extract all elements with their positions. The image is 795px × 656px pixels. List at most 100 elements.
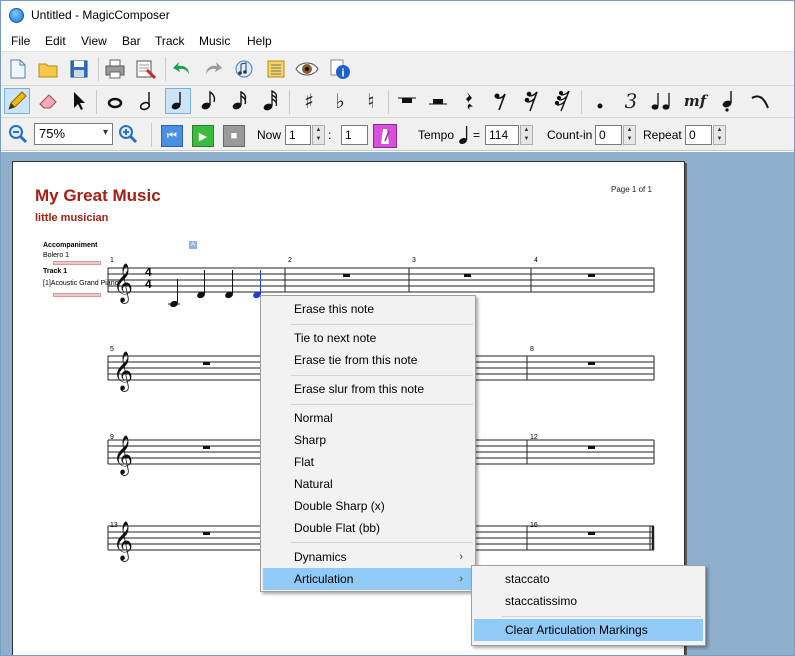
rewind-icon[interactable]: ⏮ xyxy=(161,125,183,147)
now-beat-input[interactable] xyxy=(341,125,368,145)
countin-stepper[interactable]: ▲ ▼ xyxy=(623,125,636,145)
repeat-input[interactable] xyxy=(685,125,712,145)
print-icon[interactable] xyxy=(102,56,128,82)
bar-number-2: 2 xyxy=(288,257,292,264)
pencil-icon[interactable] xyxy=(4,88,30,114)
slur-icon[interactable] xyxy=(747,88,773,114)
thirty-second-rest-icon[interactable] xyxy=(549,88,575,114)
natural-icon[interactable]: ♮ xyxy=(358,88,384,114)
bar-number-12: 12 xyxy=(530,434,538,441)
tempo-stepper[interactable]: ▲ ▼ xyxy=(520,125,533,145)
eraser-icon[interactable] xyxy=(35,88,61,114)
quarter-rest-icon[interactable] xyxy=(456,88,482,114)
window-title: Untitled - MagicComposer xyxy=(31,8,170,22)
zoom-select[interactable]: 75% ▾ xyxy=(34,123,113,145)
menu-separator xyxy=(291,375,473,376)
transpose-icon[interactable] xyxy=(231,56,257,82)
tempo-label: Tempo xyxy=(418,128,455,142)
bar-number-9: 9 xyxy=(110,434,114,441)
sharp-item[interactable]: Sharp xyxy=(263,429,473,451)
flat-icon[interactable]: ♭ xyxy=(327,88,353,114)
now-bar-stepper[interactable]: ▲ ▼ xyxy=(312,125,325,145)
chevron-down-icon: ▾ xyxy=(102,127,108,138)
repeat-stepper[interactable]: ▲ ▼ xyxy=(713,125,726,145)
eighth-note-icon[interactable] xyxy=(196,88,222,114)
toolbar-separator xyxy=(151,123,152,147)
info-icon[interactable]: i xyxy=(327,56,353,82)
whole-note-icon[interactable] xyxy=(102,88,128,114)
open-folder-icon[interactable] xyxy=(35,56,61,82)
svg-text:𝄞: 𝄞 xyxy=(113,436,133,476)
print-preview-icon[interactable] xyxy=(133,56,159,82)
whole-rest-icon[interactable] xyxy=(394,88,420,114)
staccato-item[interactable]: staccato xyxy=(474,568,703,590)
save-icon[interactable] xyxy=(66,56,92,82)
half-rest-icon[interactable] xyxy=(425,88,451,114)
erase-note-item[interactable]: Erase this note xyxy=(263,298,473,320)
articulation-submenu: staccato staccatissimo Clear Articulatio… xyxy=(471,565,706,646)
menu-separator xyxy=(291,404,473,405)
menu-file[interactable]: File xyxy=(11,34,30,48)
menu-music[interactable]: Music xyxy=(199,34,230,48)
note-toolbar: ♯ ♭ ♮ 3 mf xyxy=(1,86,794,118)
articulation-item[interactable]: Articulation › xyxy=(263,568,473,590)
tempo-input[interactable] xyxy=(485,125,519,145)
toolbar-separator xyxy=(165,57,166,81)
view-eye-icon[interactable] xyxy=(294,56,320,82)
dot-icon[interactable] xyxy=(587,88,613,114)
clear-articulation-item[interactable]: Clear Articulation Markings xyxy=(474,619,703,641)
metronome-icon[interactable] xyxy=(373,124,397,148)
menu-help[interactable]: Help xyxy=(247,34,272,48)
toolbar-separator xyxy=(96,90,97,114)
sharp-icon[interactable]: ♯ xyxy=(296,88,322,114)
bar-number-5: 5 xyxy=(110,346,114,353)
erase-tie-item[interactable]: Erase tie from this note xyxy=(263,349,473,371)
natural-item[interactable]: Natural xyxy=(263,473,473,495)
score-settings-icon[interactable] xyxy=(263,56,289,82)
note-context-menu: Erase this note Tie to next note Erase t… xyxy=(260,295,476,592)
sixteenth-note-icon[interactable] xyxy=(227,88,253,114)
select-arrow-icon[interactable] xyxy=(66,88,92,114)
bar-number-16: 16 xyxy=(530,522,538,529)
double-sharp-item[interactable]: Double Sharp (x) xyxy=(263,495,473,517)
triplet-icon[interactable]: 3 xyxy=(618,88,644,114)
undo-icon[interactable] xyxy=(169,56,195,82)
tie-next-item[interactable]: Tie to next note xyxy=(263,327,473,349)
quarter-note-icon[interactable] xyxy=(165,88,191,114)
thirty-second-note-icon[interactable] xyxy=(258,88,284,114)
redo-icon[interactable] xyxy=(200,56,226,82)
bar-number-3: 3 xyxy=(412,257,416,264)
repeat-label: Repeat xyxy=(643,128,682,142)
sixteenth-rest-icon[interactable] xyxy=(518,88,544,114)
dynamics-mf-icon[interactable]: mf xyxy=(682,88,708,114)
stop-icon[interactable]: ■ xyxy=(223,125,245,147)
chevron-right-icon: › xyxy=(459,551,463,563)
half-note-icon[interactable] xyxy=(134,88,160,114)
play-icon[interactable]: ▶ xyxy=(192,125,214,147)
app-window: Untitled - MagicComposer File Edit View … xyxy=(0,0,795,656)
zoom-out-icon[interactable] xyxy=(5,121,31,147)
staccatissimo-item[interactable]: staccatissimo xyxy=(474,590,703,612)
title-bar: Untitled - MagicComposer xyxy=(1,1,794,31)
menu-edit[interactable]: Edit xyxy=(45,34,66,48)
tie-notes-icon[interactable] xyxy=(649,88,675,114)
menu-separator xyxy=(291,542,473,543)
countin-input[interactable] xyxy=(595,125,622,145)
dynamics-item[interactable]: Dynamics › xyxy=(263,546,473,568)
flat-item[interactable]: Flat xyxy=(263,451,473,473)
main-toolbar: i xyxy=(1,52,794,86)
double-flat-item[interactable]: Double Flat (bb) xyxy=(263,517,473,539)
now-bar-input[interactable] xyxy=(285,125,311,145)
treble-clefs: 𝄞 𝄞 𝄞 𝄞 xyxy=(113,264,133,562)
normal-item[interactable]: Normal xyxy=(263,407,473,429)
new-document-icon[interactable] xyxy=(4,56,30,82)
mf-label: mf xyxy=(683,92,707,110)
toolbar-separator xyxy=(581,90,582,114)
staccato-note-icon[interactable] xyxy=(716,88,742,114)
zoom-in-icon[interactable] xyxy=(115,121,141,147)
eighth-rest-icon[interactable] xyxy=(487,88,513,114)
menu-track[interactable]: Track xyxy=(155,34,185,48)
menu-bar-item[interactable]: Bar xyxy=(122,34,141,48)
menu-view[interactable]: View xyxy=(81,34,107,48)
erase-slur-item[interactable]: Erase slur from this note xyxy=(263,378,473,400)
